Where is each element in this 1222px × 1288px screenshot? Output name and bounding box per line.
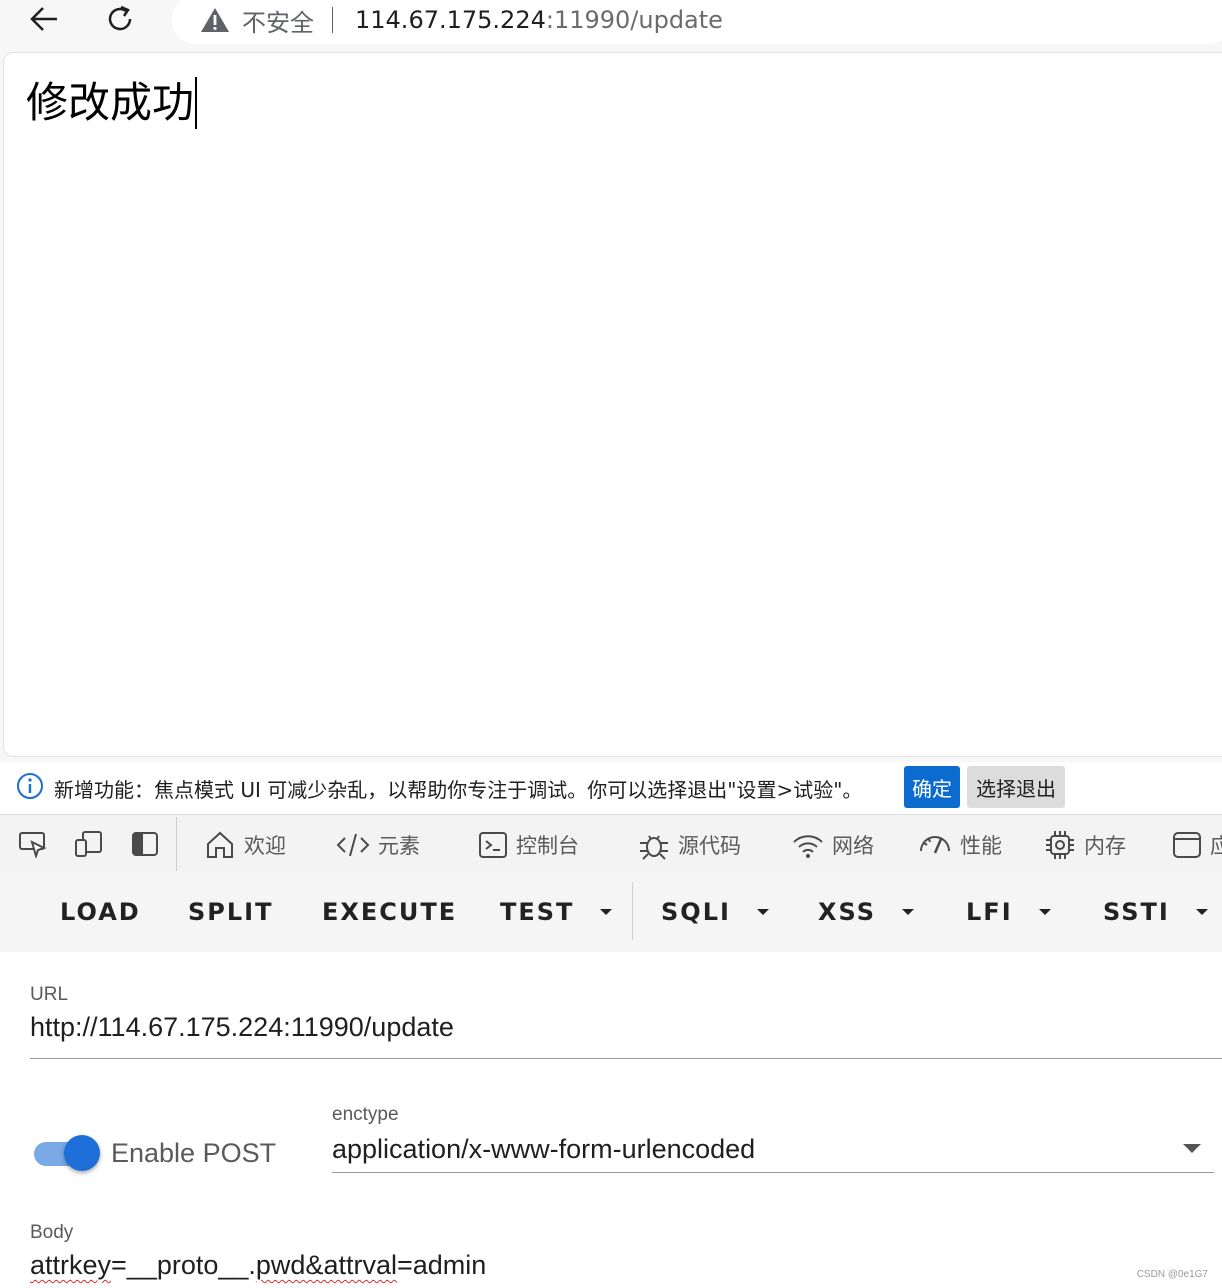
split-button[interactable]: SPLIT <box>188 896 273 928</box>
chevron-down-icon <box>1195 909 1208 915</box>
chevron-down-icon <box>600 909 613 915</box>
tabbar-divider <box>176 817 177 871</box>
back-button[interactable] <box>24 0 64 38</box>
bug-icon <box>640 835 668 860</box>
code-icon <box>336 833 370 857</box>
url-label: URL <box>30 984 69 1005</box>
lfi-label: LFI <box>966 898 1013 926</box>
confirm-button[interactable]: 确定 <box>904 766 960 808</box>
tab-label: 控制台 <box>516 834 579 858</box>
back-arrow-icon <box>30 7 57 31</box>
dock-icon[interactable] <box>130 829 160 859</box>
enctype-underline <box>332 1172 1214 1173</box>
home-icon <box>207 831 233 858</box>
wifi-icon <box>793 835 823 858</box>
tab-label: 应 <box>1210 834 1222 858</box>
body-text: =admin <box>396 1250 487 1280</box>
tab-label: 元素 <box>378 834 420 858</box>
tab-sources[interactable]: 源代码 <box>638 827 741 863</box>
warning-icon[interactable] <box>200 7 230 33</box>
page-viewport: 修改成功 <box>3 52 1222 757</box>
toolbar-divider <box>632 882 633 940</box>
chevron-down-icon <box>756 909 769 915</box>
tab-elements[interactable]: 元素 <box>336 827 420 863</box>
execute-button[interactable]: EXECUTE <box>322 896 457 928</box>
enctype-label: enctype <box>332 1104 399 1125</box>
xss-dropdown[interactable]: XSS <box>818 896 914 928</box>
load-button[interactable]: LOAD <box>60 896 141 928</box>
load-label: LOAD <box>60 898 141 926</box>
chevron-down-icon <box>902 909 914 915</box>
url-host[interactable]: 114.67.175.224 <box>355 6 546 34</box>
url-path[interactable]: :11990/update <box>546 6 723 34</box>
hackbar-toolbar: LOAD SPLIT EXECUTE TEST SQLI XSS LFI SST… <box>0 872 1222 952</box>
opt-out-button[interactable]: 选择退出 <box>967 766 1065 808</box>
tab-application[interactable]: 应 <box>1172 827 1222 863</box>
browser-toolbar: 不安全 114.67.175.224:11990/update <box>0 0 1222 46</box>
tab-console[interactable]: 控制台 <box>478 827 579 863</box>
infobar-message: 新增功能：焦点模式 UI 可减少杂乱，以帮助你专注于调试。你可以选择退出"设置>… <box>54 777 863 802</box>
tab-label: 网络 <box>832 834 874 858</box>
tab-performance[interactable]: 性能 <box>918 827 1002 863</box>
body-text: pwd&attrval <box>255 1250 397 1280</box>
sqli-label: SQLI <box>661 898 731 926</box>
enctype-select[interactable]: application/x-www-form-urlencoded <box>332 1134 755 1165</box>
tab-memory[interactable]: 内存 <box>1044 827 1126 863</box>
split-label: SPLIT <box>188 898 274 926</box>
enable-post-label[interactable]: Enable POST <box>111 1138 276 1169</box>
body-text: =__proto__. <box>111 1250 256 1280</box>
toggle-knob[interactable] <box>64 1135 100 1171</box>
divider <box>332 7 333 33</box>
xss-label: XSS <box>818 898 876 926</box>
devtools-infobar: 新增功能：焦点模式 UI 可减少杂乱，以帮助你专注于调试。你可以选择退出"设置>… <box>0 762 1222 814</box>
body-input[interactable]: attrkey=__proto__.pwd&attrval=admin <box>30 1250 486 1281</box>
console-icon <box>479 832 507 858</box>
gauge-icon <box>920 836 950 854</box>
ssti-label: SSTI <box>1103 898 1170 926</box>
body-label: Body <box>30 1222 74 1243</box>
body-text: attrkey <box>30 1250 112 1280</box>
page-message: 修改成功 <box>26 77 198 129</box>
tab-welcome[interactable]: 欢迎 <box>204 827 286 863</box>
app-icon <box>1173 832 1201 858</box>
test-label: TEST <box>500 898 575 926</box>
chip-icon <box>1046 831 1074 859</box>
lfi-dropdown[interactable]: LFI <box>966 896 1051 928</box>
sqli-dropdown[interactable]: SQLI <box>661 896 769 928</box>
chevron-down-icon[interactable] <box>1183 1144 1201 1153</box>
reload-button[interactable] <box>100 0 140 38</box>
devtools-tabbar: 欢迎 元素 控制台 源代码 网络 性能 内存 应 <box>0 814 1222 872</box>
url-input[interactable]: http://114.67.175.224:11990/update <box>30 1012 454 1043</box>
inspect-icon[interactable] <box>18 829 48 859</box>
security-status[interactable]: 不安全 <box>242 3 314 38</box>
execute-label: EXECUTE <box>322 898 458 926</box>
hackbar-form: URL http://114.67.175.224:11990/update E… <box>0 952 1222 1288</box>
watermark: CSDN @0e1G7 <box>1136 1269 1208 1280</box>
address-bar[interactable]: 不安全 114.67.175.224:11990/update <box>172 0 1222 44</box>
device-icon[interactable] <box>74 829 104 859</box>
ssti-dropdown[interactable]: SSTI <box>1103 896 1208 928</box>
test-dropdown[interactable]: TEST <box>500 896 613 928</box>
chevron-down-icon <box>1038 909 1051 915</box>
url-underline <box>30 1058 1222 1059</box>
tab-label: 内存 <box>1084 834 1126 858</box>
tab-label: 欢迎 <box>244 834 286 858</box>
tab-label: 源代码 <box>678 834 741 858</box>
info-icon <box>16 772 44 804</box>
tab-network[interactable]: 网络 <box>792 827 874 863</box>
tab-label: 性能 <box>960 834 1002 858</box>
reload-icon <box>108 5 132 31</box>
